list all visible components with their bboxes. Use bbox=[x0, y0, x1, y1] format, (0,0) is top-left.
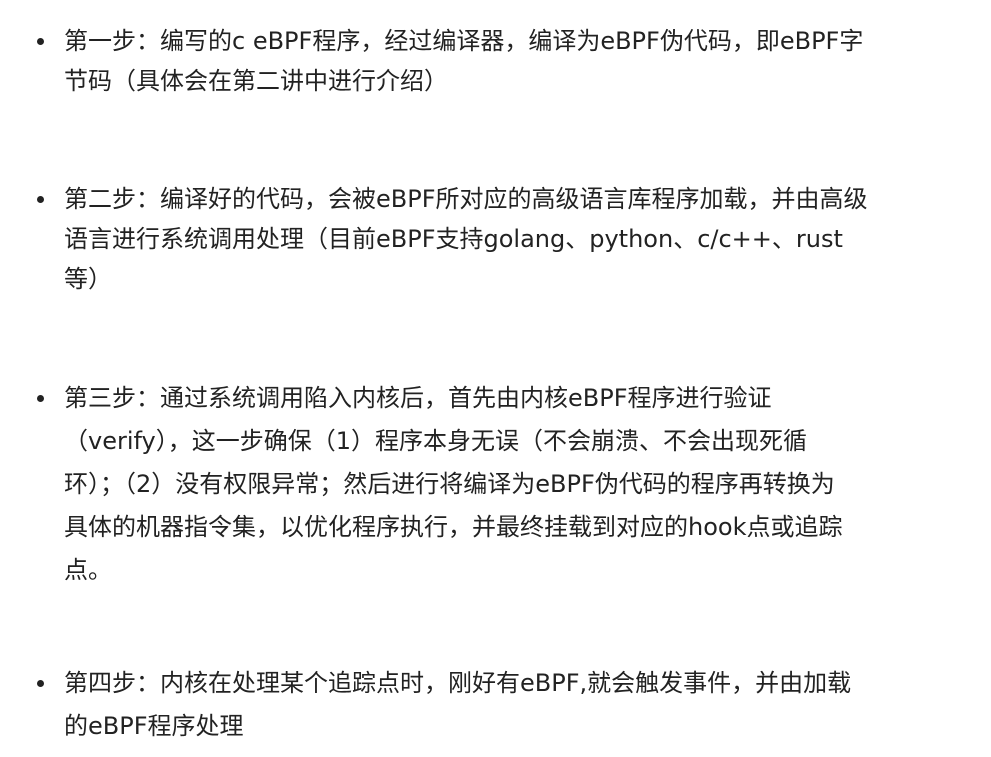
step-4-line-1: 第四步：内核在处理某个追踪点时，刚好有eBPF,就会触发事件，并由加载 bbox=[64, 669, 852, 697]
bullet-icon bbox=[37, 395, 44, 402]
document-body: 第一步：编写的c eBPF程序，经过编译器，编译为eBPF伪代码，即eBPF字 … bbox=[0, 0, 991, 757]
step-2-line-1: 第二步：编译好的代码，会被eBPF所对应的高级语言库程序加载，并由高级 bbox=[64, 185, 868, 213]
step-3-line-3: 环）；（2）没有权限异常；然后进行将编译为eBPF伪代码的程序再转换为 bbox=[64, 470, 835, 498]
step-2-line-3: 等） bbox=[64, 265, 112, 293]
step-4-line-2: 的eBPF程序处理 bbox=[64, 712, 244, 740]
step-3-line-4: 具体的机器指令集，以优化程序执行，并最终挂载到对应的hook点或追踪 bbox=[64, 513, 843, 541]
bullet-icon bbox=[37, 196, 44, 203]
step-1-line-2: 节码（具体会在第二讲中进行介绍） bbox=[64, 67, 448, 95]
step-3-line-1: 第三步：通过系统调用陷入内核后，首先由内核eBPF程序进行验证 bbox=[64, 384, 772, 412]
bullet-icon bbox=[37, 680, 44, 687]
step-2-line-2: 语言进行系统调用处理（目前eBPF支持golang、python、c/c++、r… bbox=[64, 225, 843, 253]
step-3-line-2: （verify），这一步确保（1）程序本身无误（不会崩溃、不会出现死循 bbox=[64, 427, 808, 455]
step-3-line-5: 点。 bbox=[64, 556, 112, 584]
step-1-line-1: 第一步：编写的c eBPF程序，经过编译器，编译为eBPF伪代码，即eBPF字 bbox=[64, 27, 864, 55]
bullet-icon bbox=[37, 38, 44, 45]
